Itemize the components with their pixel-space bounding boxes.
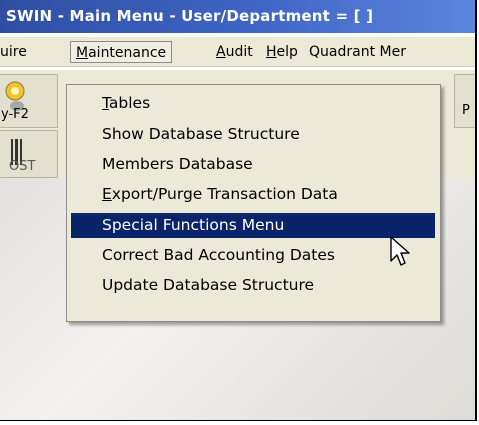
- menu-item-special-functions[interactable]: Special Functions Menu: [71, 213, 435, 238]
- menu-maintenance[interactable]: Maintenance: [70, 41, 173, 63]
- tables-mnemonic: T: [102, 94, 109, 112]
- tables-rest: ables: [108, 94, 151, 112]
- toolbar-button-post[interactable]: OST: [0, 130, 58, 178]
- toolbar-button-p[interactable]: P: [454, 74, 475, 128]
- export-mnemonic: E: [102, 185, 112, 203]
- toolbar-label-p: P: [462, 103, 470, 118]
- menu-item-export-purge[interactable]: Export/Purge Transaction Data: [71, 182, 435, 207]
- menu-maintenance-mnemonic: M: [76, 45, 89, 61]
- menu-inquire[interactable]: uire: [0, 41, 27, 63]
- application-window: SWIN - Main Menu - User/Department = [ ]…: [0, 0, 477, 421]
- menu-help-mnemonic: H: [266, 44, 277, 60]
- menu-item-update-database-structure[interactable]: Update Database Structure: [71, 273, 435, 298]
- menu-bar: uire Maintenance Audit Help Quadrant Mer: [0, 37, 475, 67]
- menu-audit[interactable]: Audit: [216, 41, 253, 63]
- menu-item-tables[interactable]: Tables: [71, 91, 435, 116]
- menu-item-members-database[interactable]: Members Database: [71, 152, 435, 177]
- menu-maintenance-rest: aintenance: [88, 45, 167, 61]
- menu-item-show-database-structure[interactable]: Show Database Structure: [71, 122, 435, 147]
- menu-item-correct-bad-accounting-dates[interactable]: Correct Bad Accounting Dates: [71, 243, 435, 268]
- maintenance-dropdown-menu: Tables Show Database Structure Members D…: [66, 84, 441, 322]
- menu-audit-mnemonic: A: [216, 44, 226, 60]
- menu-audit-rest: udit: [225, 44, 253, 60]
- toolbar-label-f2: y-F2: [1, 107, 29, 122]
- mouse-pointer-icon: [390, 236, 410, 266]
- menu-quadrant[interactable]: Quadrant Mer: [309, 41, 406, 63]
- window-title: SWIN - Main Menu - User/Department = [ ]: [6, 7, 374, 25]
- toolbar-button-f2[interactable]: y-F2: [0, 74, 58, 128]
- menu-help[interactable]: Help: [266, 41, 298, 63]
- toolbar-label-post: OST: [9, 159, 36, 174]
- title-bar: SWIN - Main Menu - User/Department = [ ]: [0, 0, 475, 33]
- menu-help-rest: elp: [276, 44, 298, 60]
- export-rest: xport/Purge Transaction Data: [111, 185, 338, 203]
